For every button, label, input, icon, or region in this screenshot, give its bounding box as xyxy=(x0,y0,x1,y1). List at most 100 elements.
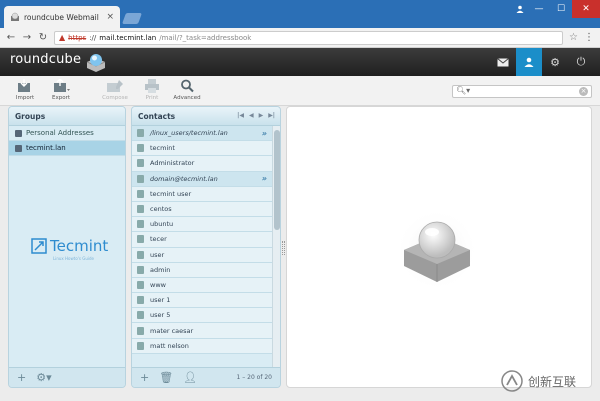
contact-group-row[interactable]: domain@tecmint.lan » xyxy=(132,171,272,187)
contact-row[interactable]: Administrator xyxy=(132,156,272,172)
browser-menu-icon[interactable]: ⋮ xyxy=(584,32,594,43)
back-icon[interactable]: ← xyxy=(6,32,16,43)
contact-row[interactable]: ubuntu xyxy=(132,217,272,233)
delete-contact-icon[interactable]: 🗑︎ xyxy=(159,371,173,384)
new-tab-button[interactable] xyxy=(121,13,143,24)
first-page-icon[interactable]: |◀ xyxy=(237,112,244,119)
browser-titlebar: roundcube Webmail :: A × — ☐ ✕ xyxy=(0,0,600,28)
logout-icon[interactable]: ⏻ xyxy=(568,48,594,76)
contact-row[interactable]: tecmint user xyxy=(132,186,272,202)
app-body: Groups Personal Addresses tecmint.lan Te… xyxy=(0,106,600,401)
minimize-button[interactable]: — xyxy=(528,0,550,18)
contacts-pager: |◀ ◀ ▶ ▶| xyxy=(237,112,275,119)
tab-close-icon[interactable]: × xyxy=(106,12,114,22)
browser-user-icon[interactable] xyxy=(512,0,528,18)
contact-row[interactable]: admin xyxy=(132,262,272,278)
contacts-count: 1 – 20 of 20 xyxy=(236,374,273,381)
import-button[interactable]: Import xyxy=(10,79,40,101)
corner-logo-icon xyxy=(501,370,523,392)
tecmint-watermark: Tecmint Linux Howto's Guide xyxy=(31,237,108,261)
contact-row[interactable]: centos xyxy=(132,201,272,218)
group-item-tecmint[interactable]: tecmint.lan xyxy=(9,141,125,156)
maximize-button[interactable]: ☐ xyxy=(550,0,572,18)
export-icon xyxy=(54,79,70,92)
contact-name: tecmint xyxy=(150,144,175,153)
mail-icon[interactable] xyxy=(490,48,516,76)
groups-footer: + ⚙▾ xyxy=(9,367,125,387)
panel-splitter[interactable] xyxy=(282,241,285,255)
contact-row[interactable]: matt nelson xyxy=(132,338,272,354)
advanced-search-button[interactable]: Advanced xyxy=(172,79,202,101)
contact-avatar-icon xyxy=(137,250,144,259)
window-controls: — ☐ ✕ xyxy=(512,0,600,18)
tab-title: roundcube Webmail :: A xyxy=(24,12,102,22)
compose-button[interactable]: Compose xyxy=(100,79,130,101)
contact-row[interactable]: mater caesar xyxy=(132,323,272,339)
scrollbar-thumb[interactable] xyxy=(274,130,280,230)
expand-group-icon[interactable]: » xyxy=(262,129,267,138)
search-reset-icon[interactable]: × xyxy=(579,87,588,96)
addressbook-icon xyxy=(15,129,22,137)
contact-name: centos xyxy=(150,205,172,214)
contact-avatar-icon xyxy=(137,235,144,244)
contact-row[interactable]: user 5 xyxy=(132,308,272,324)
url-host: mail.tecmint.lan xyxy=(99,33,157,42)
contacts-title: Contacts xyxy=(138,112,176,121)
browser-tab[interactable]: roundcube Webmail :: A × xyxy=(4,6,120,28)
contact-row[interactable]: tecer xyxy=(132,232,272,248)
app-header: roundcube ⚙ ⏻ xyxy=(0,48,600,76)
forward-icon[interactable]: → xyxy=(22,32,32,43)
advanced-label: Advanced xyxy=(173,95,201,101)
contact-name: /linux_users/tecmint.lan xyxy=(150,129,228,138)
expand-group-icon[interactable]: » xyxy=(262,174,267,183)
add-group-icon[interactable]: + xyxy=(17,371,26,384)
export-button[interactable]: Export xyxy=(46,79,76,101)
contact-group-row[interactable]: /linux_users/tecmint.lan » xyxy=(132,126,272,142)
contact-row[interactable]: www xyxy=(132,277,272,294)
add-to-group-icon[interactable]: 👤︎ xyxy=(183,371,197,384)
contact-name: tecmint user xyxy=(150,189,192,198)
contact-avatar-icon xyxy=(137,311,144,320)
close-button[interactable]: ✕ xyxy=(572,0,600,18)
prev-page-icon[interactable]: ◀ xyxy=(249,112,254,119)
url-field[interactable]: ▲ https://mail.tecmint.lan/mail/?_task=a… xyxy=(54,30,564,45)
contact-avatar-icon xyxy=(137,326,144,335)
tecmint-logo-icon xyxy=(31,238,47,254)
corner-watermark: 创新互联 xyxy=(500,367,600,395)
roundcube-logo: roundcube xyxy=(10,52,82,67)
groups-header: Groups xyxy=(9,107,125,126)
next-page-icon[interactable]: ▶ xyxy=(259,112,264,119)
contact-name: user 5 xyxy=(150,311,171,320)
security-warning-icon[interactable]: ▲ xyxy=(59,33,65,42)
last-page-icon[interactable]: ▶| xyxy=(268,112,275,119)
group-options-icon[interactable]: ⚙▾ xyxy=(36,371,51,384)
bookmark-star-icon[interactable]: ☆ xyxy=(569,32,578,43)
contact-row[interactable]: tecmint xyxy=(132,141,272,157)
contact-row[interactable]: user 1 xyxy=(132,293,272,309)
search-options-icon[interactable]: 🔍︎▾ xyxy=(456,86,470,95)
search-input[interactable]: 🔍︎▾ × xyxy=(452,85,592,98)
contact-avatar-icon xyxy=(137,341,144,350)
address-bar: ← → ↻ ▲ https://mail.tecmint.lan/mail/?_… xyxy=(0,28,600,48)
contacts-scrollbar[interactable] xyxy=(272,126,280,369)
contact-name: tecer xyxy=(150,235,167,244)
print-button[interactable]: Print xyxy=(137,79,167,101)
reload-icon[interactable]: ↻ xyxy=(38,32,48,43)
group-item-label: Personal Addresses xyxy=(26,129,94,137)
contact-name: Administrator xyxy=(150,159,195,168)
group-item-personal[interactable]: Personal Addresses xyxy=(9,126,125,141)
contact-name: admin xyxy=(150,265,171,274)
contacts-icon[interactable] xyxy=(516,48,542,76)
contact-preview-pane xyxy=(286,106,592,388)
contact-name: matt nelson xyxy=(150,341,189,350)
compose-label: Compose xyxy=(102,95,128,101)
contact-name: user xyxy=(150,250,165,259)
contact-avatar-icon xyxy=(137,144,144,153)
groups-panel: Groups Personal Addresses tecmint.lan Te… xyxy=(8,106,126,388)
add-contact-icon[interactable]: + xyxy=(140,371,149,384)
print-label: Print xyxy=(145,95,159,101)
group-item-label: tecmint.lan xyxy=(26,144,66,152)
contact-group-icon xyxy=(137,129,144,138)
contact-row[interactable]: user xyxy=(132,247,272,263)
settings-icon[interactable]: ⚙ xyxy=(542,48,568,76)
